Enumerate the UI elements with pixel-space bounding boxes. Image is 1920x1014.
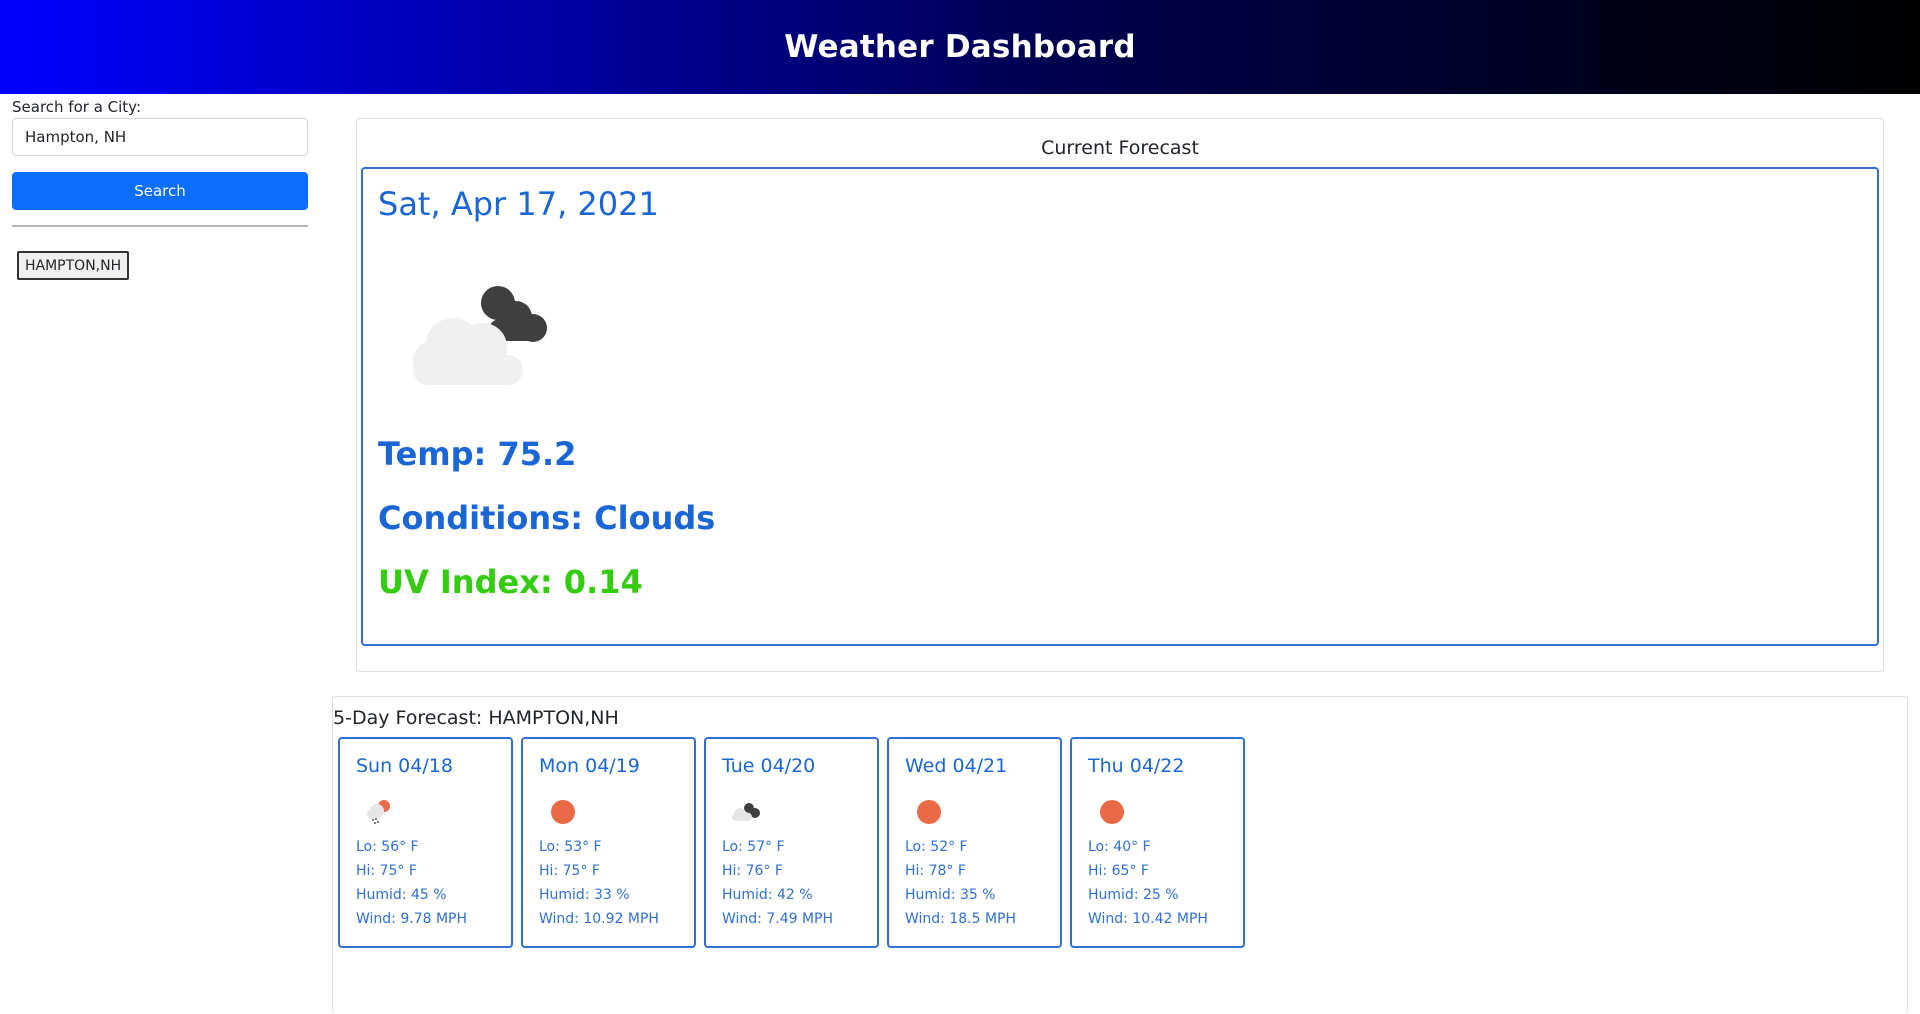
forecast-humidity: Humid: 35 % (905, 887, 996, 903)
forecast-hi: Hi: 75° F (356, 863, 417, 879)
forecast-lo: Lo: 57° F (722, 839, 785, 855)
forecast-wind: Wind: 18.5 MPH (905, 911, 1017, 927)
forecast-wind: Wind: 10.42 MPH (1088, 911, 1208, 927)
forecast-date: Mon 04/19 (539, 755, 640, 777)
current-conditions: Conditions: Clouds (378, 499, 716, 537)
cloudy-icon (728, 797, 762, 827)
history-city-button[interactable]: HAMPTON,NH (17, 251, 130, 280)
current-forecast-title: Current Forecast (1041, 137, 1199, 159)
uv-index: UV Index: 0.14 (378, 563, 643, 601)
city-search-input[interactable] (12, 118, 308, 156)
sun-icon (1094, 797, 1128, 827)
forecast-hi: Hi: 65° F (1088, 863, 1149, 879)
current-forecast-section: Current Forecast Sat, Apr 17, 2021 Temp:… (356, 118, 1884, 672)
forecast-date: Thu 04/22 (1088, 755, 1185, 777)
five-day-forecast-section: 5-Day Forecast: HAMPTON,NH Sun 04/18 Lo:… (332, 696, 1908, 1014)
forecast-date: Sun 04/18 (356, 755, 453, 777)
forecast-wind: Wind: 10.92 MPH (539, 911, 659, 927)
forecast-lo: Lo: 56° F (356, 839, 419, 855)
forecast-day-card: Mon 04/19 Lo: 53° F Hi: 75° F Humid: 33 … (521, 737, 696, 948)
forecast-day-card: Tue 04/20 Lo: 57° F Hi: 76° F Humid: 42 … (704, 737, 879, 948)
rain-sun-icon (362, 797, 396, 827)
forecast-humidity: Humid: 45 % (356, 887, 447, 903)
forecast-wind: Wind: 7.49 MPH (722, 911, 834, 927)
forecast-date: Wed 04/21 (905, 755, 1008, 777)
divider (12, 225, 308, 227)
forecast-date: Tue 04/20 (722, 755, 816, 777)
search-label: Search for a City: (12, 98, 142, 116)
five-day-forecast-title: 5-Day Forecast: HAMPTON,NH (333, 707, 619, 729)
forecast-humidity: Humid: 42 % (722, 887, 813, 903)
sun-icon (911, 797, 945, 827)
forecast-hi: Hi: 76° F (722, 863, 783, 879)
forecast-lo: Lo: 52° F (905, 839, 968, 855)
forecast-lo: Lo: 53° F (539, 839, 602, 855)
forecast-lo: Lo: 40° F (1088, 839, 1151, 855)
search-button[interactable]: Search (12, 172, 308, 210)
forecast-day-card: Sun 04/18 Lo: 56° F Hi: 75° F Humid: 45 … (338, 737, 513, 948)
forecast-humidity: Humid: 33 % (539, 887, 630, 903)
forecast-wind: Wind: 9.78 MPH (356, 911, 468, 927)
forecast-hi: Hi: 75° F (539, 863, 600, 879)
current-temp: Temp: 75.2 (378, 435, 577, 473)
forecast-day-card: Wed 04/21 Lo: 52° F Hi: 78° F Humid: 35 … (887, 737, 1062, 948)
sun-icon (545, 797, 579, 827)
current-forecast-card: Sat, Apr 17, 2021 Temp: 75.2 Conditions:… (361, 167, 1879, 646)
app-header: Weather Dashboard (0, 0, 1920, 94)
page-title: Weather Dashboard (784, 29, 1136, 65)
forecast-hi: Hi: 78° F (905, 863, 966, 879)
current-date: Sat, Apr 17, 2021 (378, 185, 659, 223)
forecast-humidity: Humid: 25 % (1088, 887, 1179, 903)
partly-cloudy-icon (403, 269, 563, 389)
forecast-day-card: Thu 04/22 Lo: 40° F Hi: 65° F Humid: 25 … (1070, 737, 1245, 948)
